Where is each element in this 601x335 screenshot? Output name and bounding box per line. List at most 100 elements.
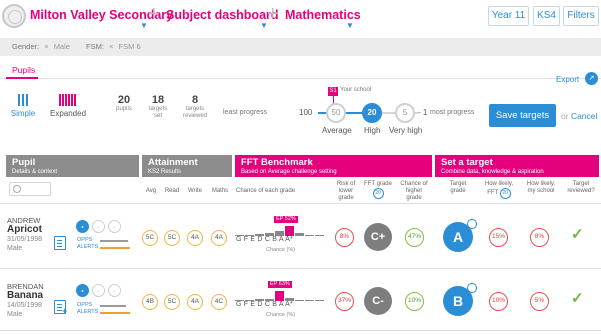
view-simple-option[interactable]: Simple: [8, 94, 38, 118]
slider-label-high: High: [364, 126, 381, 135]
context-icon-active[interactable]: ●: [76, 284, 89, 297]
stat-targets-set-label: targets set: [148, 106, 168, 119]
context-icon[interactable]: ○: [108, 284, 121, 297]
likely-school: 5%: [530, 292, 549, 311]
export-link[interactable]: Export: [556, 75, 579, 84]
alerts-bar: [100, 312, 130, 314]
alerts-bar: [100, 247, 130, 249]
chance-axis-label: Chance (%): [266, 247, 296, 253]
chevron-down-icon[interactable]: ▼: [346, 21, 354, 30]
ks2-write-grade: 4A: [187, 230, 203, 246]
opps-label[interactable]: OPPS: [77, 302, 92, 308]
pupil-last-name[interactable]: Apricot: [7, 224, 42, 235]
context-icon-active[interactable]: ●: [76, 220, 89, 233]
risk-lower-grade: 8%: [335, 228, 354, 247]
tab-pupils[interactable]: Pupils: [12, 65, 35, 75]
chance-axis-label: Chance (%): [266, 312, 296, 318]
ks2-read-grade: 5C: [164, 294, 180, 310]
add-icon[interactable]: +: [62, 306, 67, 316]
likely-fft: 15%: [489, 228, 508, 247]
reviewed-check-icon[interactable]: ✓: [571, 289, 584, 307]
col-risk-lower: Risk of lower grade: [336, 181, 356, 201]
expected-progress-flag: EP 63%: [268, 281, 292, 288]
chevron-down-icon[interactable]: ▼: [140, 21, 148, 30]
set-target-column-header: Set a target Combine data, knowledge & a…: [435, 155, 599, 177]
or-label: or: [561, 111, 569, 121]
slider-stop-average[interactable]: 50: [326, 103, 346, 123]
slider-stop-very-high[interactable]: 5: [395, 103, 415, 123]
filters-button[interactable]: Filters: [563, 6, 599, 26]
grade-scale-labels: G F E D C B A A*: [236, 301, 293, 308]
col-target-grade: Target grade: [449, 181, 467, 194]
filter-fsm-label: FSM:: [86, 42, 104, 51]
tab-bar: Pupils: [0, 62, 601, 79]
alerts-label[interactable]: ALERTS: [77, 244, 98, 250]
ks2-avg-grade: 5C: [142, 230, 158, 246]
slider-max-value: - 1: [418, 108, 428, 117]
reset-target-icon[interactable]: [467, 219, 477, 229]
breadcrumb-separator: +: [148, 3, 160, 25]
fft-setting-badge: 20: [372, 188, 384, 199]
likely-fft: 10%: [489, 292, 508, 311]
pupil-details-icon[interactable]: [54, 236, 66, 250]
col-target-reviewed: Target reviewed?: [567, 181, 595, 194]
filter-fsm-remove[interactable]: ×: [109, 42, 113, 51]
fft-grade: C-: [364, 287, 392, 315]
slider-stop-high[interactable]: 20: [362, 103, 382, 123]
filter-gender-label: Gender:: [12, 42, 40, 51]
context-icon[interactable]: ○: [108, 220, 121, 233]
save-targets-button[interactable]: Save targets: [489, 104, 556, 127]
opps-label[interactable]: OPPS: [77, 237, 92, 243]
breadcrumb-subject-dashboard[interactable]: Subject dashboard: [166, 8, 279, 22]
col-avg: Avg: [145, 188, 157, 194]
col-read: Read: [164, 188, 180, 194]
grade-chance-bar: [305, 300, 314, 301]
row-divider: [0, 330, 601, 331]
ks2-avg-grade: 4B: [142, 294, 158, 310]
stat-targets-set: 18 targets set: [138, 94, 178, 120]
filter-gender-value[interactable]: Male: [54, 42, 70, 51]
stat-targets-reviewed: 8 targets reviewed: [175, 94, 215, 120]
expanded-view-icon: [59, 94, 76, 106]
pupil-last-name[interactable]: Banana: [7, 290, 43, 301]
slider-label-very-high: Very high: [389, 126, 423, 135]
expected-progress-flag: EP 52%: [274, 216, 298, 223]
most-progress-label: most progress: [430, 109, 475, 116]
likely-school: 8%: [530, 228, 549, 247]
pupil-dob: 31/05/1998: [7, 236, 43, 243]
view-expanded-option[interactable]: Expanded: [46, 94, 90, 118]
context-icon[interactable]: ○: [92, 284, 105, 297]
simple-view-icon: [18, 94, 28, 106]
fft-benchmark-column-header: FFT Benchmark Based on Average challenge…: [235, 155, 432, 177]
attainment-column-header: Attainment KS2 Results: [142, 155, 232, 177]
key-stage-button[interactable]: KS4: [533, 6, 560, 26]
alerts-label[interactable]: ALERTS: [77, 309, 98, 315]
breadcrumb-subject[interactable]: Mathematics: [285, 8, 361, 22]
fft-header-title: FFT Benchmark: [241, 157, 313, 168]
pupil-gender: Male: [7, 245, 23, 252]
row-divider: [0, 203, 601, 204]
filter-fsm-value[interactable]: FSM 6: [119, 42, 141, 51]
school-marker-label: Your school: [340, 87, 372, 93]
context-icon[interactable]: ○: [92, 220, 105, 233]
pupil-search-input[interactable]: [9, 182, 51, 196]
reset-target-icon[interactable]: [467, 283, 477, 293]
grade-chance-bar: [295, 300, 304, 301]
reviewed-check-icon[interactable]: ✓: [571, 225, 584, 243]
attainment-header-title: Attainment: [148, 157, 198, 168]
filter-gender-remove[interactable]: ×: [44, 42, 48, 51]
chance-higher-grade: 10%: [405, 292, 424, 311]
chance-higher-grade: 47%: [405, 228, 424, 247]
cancel-link[interactable]: Cancel: [571, 111, 597, 121]
stat-targets-set-value: 18: [151, 94, 165, 106]
school-logo-icon[interactable]: [2, 4, 26, 28]
active-filters-bar: Gender: × Male FSM: × FSM 6: [0, 38, 601, 56]
grade-chance-bar: [305, 235, 314, 236]
fft-header-subtitle: Based on Average challenge setting: [241, 169, 337, 175]
fft-grade: C+: [364, 223, 392, 251]
top-bar: Milton Valley Secondary ▼ + Subject dash…: [0, 0, 601, 34]
year-button[interactable]: Year 11: [488, 6, 529, 26]
export-arrow-icon[interactable]: ↗: [585, 72, 598, 85]
row-divider: [0, 268, 601, 269]
col-maths: Maths: [211, 188, 229, 194]
